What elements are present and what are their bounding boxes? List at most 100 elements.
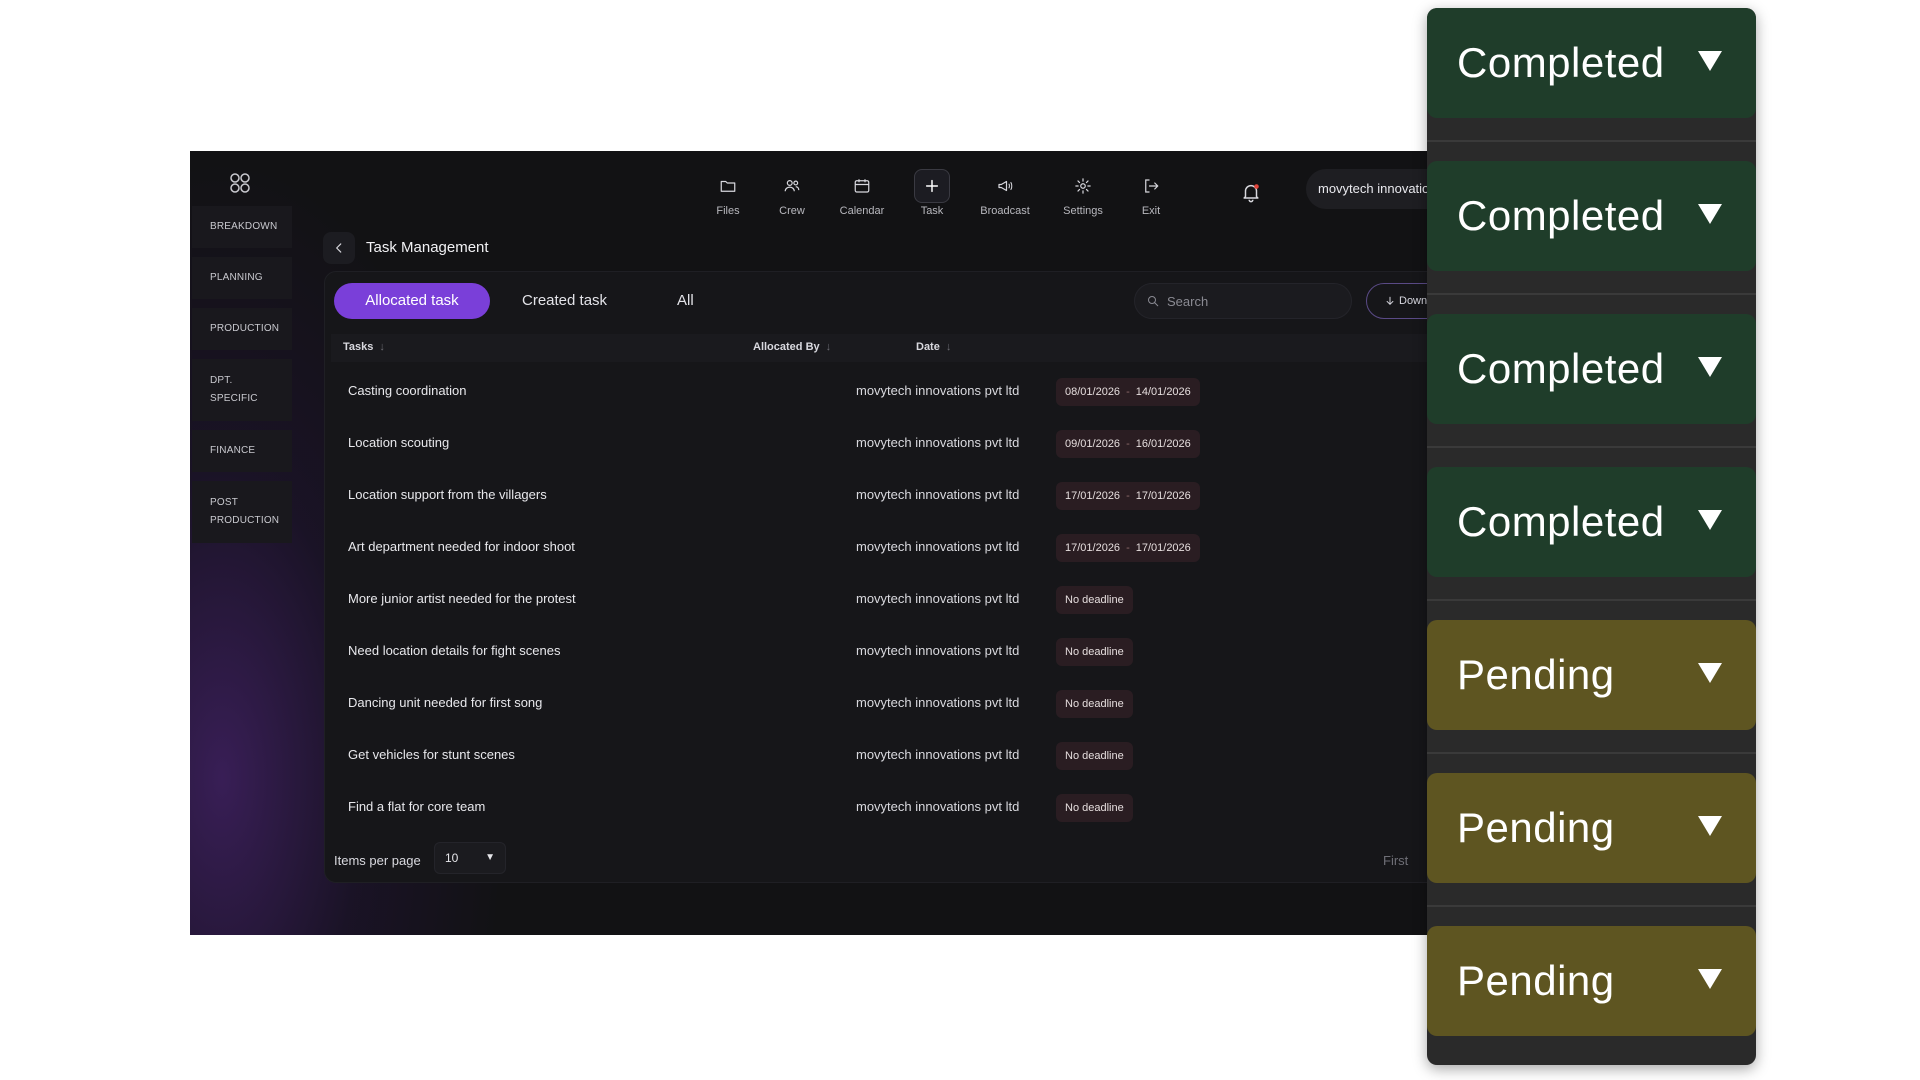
items-per-page-label: Items per page <box>334 853 421 868</box>
items-per-page-select[interactable]: 10 ▼ <box>434 842 506 874</box>
allocated-by: movytech innovations pvt ltd <box>856 591 1020 606</box>
table-row[interactable]: Art department needed for indoor shoot mo… <box>331 525 1427 577</box>
megaphone-icon <box>987 169 1023 203</box>
task-name: Art department needed for indoor shoot <box>348 539 575 554</box>
apps-grid-icon[interactable] <box>228 171 252 195</box>
nav-files-label: Files <box>716 205 740 217</box>
date-separator: - <box>1126 386 1130 398</box>
allocated-by: movytech innovations pvt ltd <box>856 435 1020 450</box>
arrow-down-icon <box>1386 296 1394 305</box>
date-chip: 17/01/2026-17/01/2026 <box>1056 534 1200 562</box>
sort-arrow-icon: ↓ <box>945 341 952 353</box>
caret-down-icon <box>1698 51 1722 71</box>
table-row[interactable]: Casting coordination movytech innovations… <box>331 369 1427 421</box>
download-label: Down <box>1399 295 1427 307</box>
status-dropdown-pending[interactable]: Pending <box>1427 773 1756 883</box>
download-button[interactable]: Down <box>1366 283 1427 319</box>
search-icon <box>1148 296 1159 307</box>
status-divider <box>1427 752 1756 754</box>
status-dropdown-pending[interactable]: Pending <box>1427 926 1756 1036</box>
no-deadline-label: No deadline <box>1065 594 1124 606</box>
sort-arrow-icon: ↓ <box>379 341 385 353</box>
task-name: Dancing unit needed for first song <box>348 695 543 710</box>
allocated-by: movytech innovations pvt ltd <box>856 487 1020 502</box>
nav-task[interactable]: Task <box>897 169 967 217</box>
allocated-by: movytech innovations pvt ltd <box>856 799 1020 814</box>
nav-crew-label: Crew <box>779 205 805 217</box>
status-dropdown-completed[interactable]: Completed <box>1427 8 1756 118</box>
nav-crew[interactable]: Crew <box>757 169 827 217</box>
column-header-allocated-by[interactable]: Allocated By ↓ <box>753 341 831 353</box>
table-row[interactable]: Find a flat for core team movytech innova… <box>331 785 1427 837</box>
sidebar-item-post-production[interactable]: POST PRODUCTION <box>192 481 292 543</box>
search-placeholder: Search <box>1167 293 1209 309</box>
date-chip: No deadline <box>1056 690 1133 718</box>
nav-calendar-label: Calendar <box>839 205 885 217</box>
table-row[interactable]: More junior artist needed for the protes… <box>331 577 1427 629</box>
profile-button[interactable]: movytech innovations pvt ltd <box>1306 169 1427 209</box>
nav-settings[interactable]: Settings <box>1048 169 1118 217</box>
folder-icon <box>710 169 746 203</box>
plus-icon <box>914 169 950 203</box>
caret-down-icon <box>1698 816 1722 836</box>
column-header-date-label: Date <box>916 341 940 353</box>
task-name: More junior artist needed for the protes… <box>348 591 576 606</box>
sidebar-item-finance[interactable]: FINANCE <box>192 430 292 472</box>
nav-broadcast[interactable]: Broadcast <box>970 169 1040 217</box>
date-chip: 09/01/2026-16/01/2026 <box>1056 430 1200 458</box>
caret-down-icon <box>1698 969 1722 989</box>
nav-exit-label: Exit <box>1141 205 1161 217</box>
start-date: 09/01/2026 <box>1065 438 1121 450</box>
task-name: Casting coordination <box>348 383 467 398</box>
sidebar-item-production[interactable]: PRODUCTION <box>192 308 292 350</box>
status-dropdown-completed[interactable]: Completed <box>1427 314 1756 424</box>
task-panel: Allocated task Created task All Search D… <box>324 271 1427 883</box>
status-divider <box>1427 446 1756 448</box>
status-label: Pending <box>1457 957 1615 1004</box>
table-row[interactable]: Get vehicles for stunt scenes movytech in… <box>331 733 1427 785</box>
tab-allocated-task[interactable]: Allocated task <box>334 283 490 319</box>
status-dropdown-completed[interactable]: Completed <box>1427 161 1756 271</box>
tab-created-task[interactable]: Created task <box>522 283 607 319</box>
table-row[interactable]: Need location details for fight scenes mo… <box>331 629 1427 681</box>
sidebar-item-planning[interactable]: PLANNING <box>192 257 292 299</box>
status-label: Completed <box>1457 498 1665 545</box>
table-row[interactable]: Dancing unit needed for first song movyte… <box>331 681 1427 733</box>
nav-exit[interactable]: Exit <box>1116 169 1186 217</box>
task-name: Location support from the villagers <box>348 487 547 502</box>
sidebar-item-dpt-specific[interactable]: DPT. SPECIFIC <box>192 359 292 421</box>
sidebar-item-breakdown[interactable]: BREAKDOWN <box>192 206 292 248</box>
status-label: Completed <box>1457 345 1665 392</box>
tab-all[interactable]: All <box>677 283 694 319</box>
crew-icon <box>774 169 810 203</box>
search-input[interactable]: Search <box>1134 283 1352 319</box>
column-header-tasks-label: Tasks <box>343 341 374 353</box>
nav-files[interactable]: Files <box>693 169 763 217</box>
table-row[interactable]: Location support from the villagers movyt… <box>331 473 1427 525</box>
page-title: Task Management <box>366 239 489 256</box>
status-dropdown-pending[interactable]: Pending <box>1427 620 1756 730</box>
date-separator: - <box>1126 438 1130 450</box>
pagination-first-button[interactable]: First <box>1383 853 1408 868</box>
status-dropdown-completed[interactable]: Completed <box>1427 467 1756 577</box>
end-date: 17/01/2026 <box>1135 542 1191 554</box>
no-deadline-label: No deadline <box>1065 698 1124 710</box>
nav-calendar[interactable]: Calendar <box>827 169 897 217</box>
status-label: Completed <box>1457 39 1665 86</box>
caret-down-icon <box>1698 663 1722 683</box>
date-chip: 17/01/2026-17/01/2026 <box>1056 482 1200 510</box>
notification-bell-icon[interactable] <box>1240 181 1262 203</box>
back-button[interactable] <box>323 232 355 264</box>
table-row[interactable]: Location scouting movytech innovations pv… <box>331 421 1427 473</box>
status-label: Completed <box>1457 192 1665 239</box>
column-header-date[interactable]: Date ↓ <box>916 341 951 353</box>
status-divider <box>1427 140 1756 142</box>
chevron-left-icon <box>336 243 342 253</box>
sort-arrow-icon: ↓ <box>825 341 832 353</box>
allocated-by: movytech innovations pvt ltd <box>856 383 1020 398</box>
nav-task-label: Task <box>920 205 944 217</box>
no-deadline-label: No deadline <box>1065 802 1124 814</box>
column-header-tasks[interactable]: Tasks ↓ <box>343 341 385 353</box>
end-date: 14/01/2026 <box>1135 386 1191 398</box>
status-dropdown-panel: Completed Completed Completed Completed Pend… <box>1427 8 1756 1065</box>
